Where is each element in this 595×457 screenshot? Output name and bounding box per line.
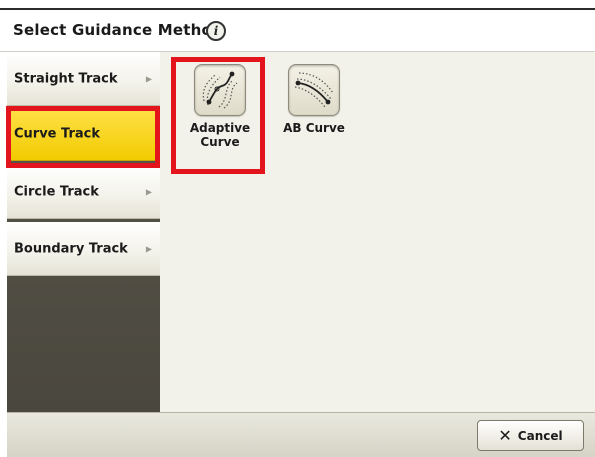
sidebar-item-label: Circle Track	[14, 184, 99, 199]
cancel-button[interactable]: ✕ Cancel	[477, 420, 584, 451]
guidance-method-dialog: Select Guidance Method i Straight Track …	[0, 0, 595, 457]
info-icon[interactable]: i	[206, 21, 226, 41]
page-title: Select Guidance Method	[13, 21, 223, 39]
chevron-right-icon: ▶	[145, 74, 152, 83]
title-bar: Select Guidance Method i	[0, 8, 595, 52]
sidebar-item-circle-track[interactable]: Circle Track ▶	[7, 165, 160, 219]
ab-curve-icon[interactable]	[288, 64, 340, 116]
selection-highlight-sidebar	[6, 106, 160, 168]
chevron-right-icon: ▶	[145, 187, 152, 196]
sidebar-item-boundary-track[interactable]: Boundary Track ▶	[7, 222, 160, 276]
close-icon: ✕	[498, 425, 512, 445]
cancel-label: Cancel	[517, 428, 563, 443]
selection-highlight-option	[171, 57, 265, 174]
sidebar-item-label: Straight Track	[14, 71, 118, 86]
option-label: AB Curve	[283, 121, 345, 135]
sidebar-item-straight-track[interactable]: Straight Track ▶	[7, 52, 160, 106]
bottom-bar: ✕ Cancel	[7, 412, 595, 457]
chevron-right-icon: ▶	[145, 244, 152, 253]
sidebar-item-label: Boundary Track	[14, 241, 128, 256]
